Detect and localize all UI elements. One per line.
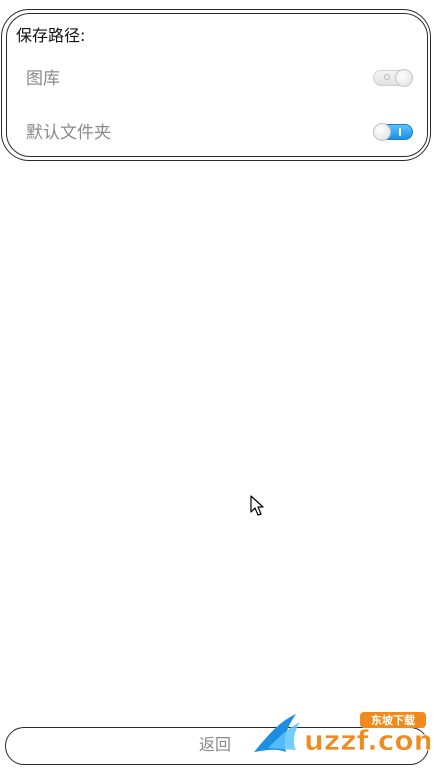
back-button-label: 返回 [199,735,232,754]
toggle-off-indicator [384,74,390,80]
panel-title: 保存路径: [16,26,86,45]
mouse-cursor-icon [250,495,264,516]
default-folder-toggle[interactable] [373,123,413,141]
toggle-knob [395,69,413,87]
gallery-toggle[interactable] [373,69,413,87]
toggle-knob [373,123,391,141]
setting-label-default-folder: 默认文件夹 [26,123,111,143]
watermark-logo: 东坡下载 uzzf.com [254,712,430,757]
screen: 保存路径: 图库 默认文件夹 返回 东坡下载 uzzf.com [0,0,434,771]
watermark-brand: uzzf.com [304,724,430,757]
toggle-on-indicator [399,128,401,136]
setting-label-gallery: 图库 [26,69,60,89]
